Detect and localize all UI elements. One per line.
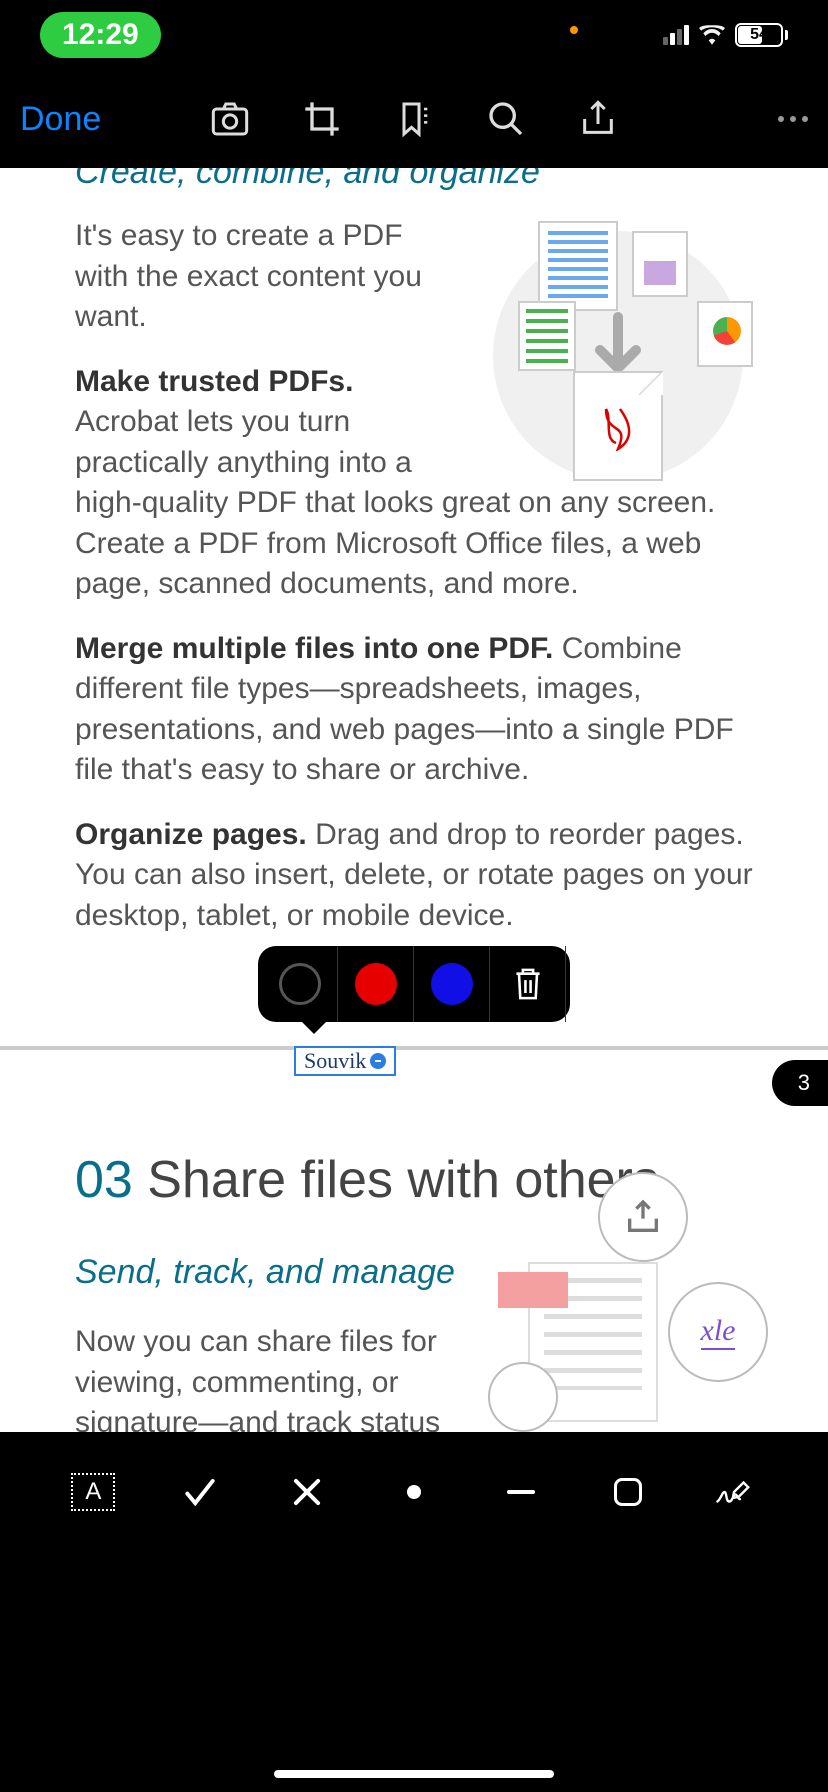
dot-tool[interactable] xyxy=(384,1462,444,1522)
search-icon[interactable] xyxy=(486,99,526,139)
bookmark-icon[interactable] xyxy=(394,99,434,139)
done-button[interactable]: Done xyxy=(20,100,101,139)
top-toolbar: Done xyxy=(0,70,828,168)
section-2-subtitle: Send, track, and manage xyxy=(75,1250,455,1294)
color-swatch-red[interactable] xyxy=(338,946,414,1022)
bottom-toolbar: A xyxy=(0,1432,828,1572)
paragraph-merge: Merge multiple files into one PDF. Combi… xyxy=(0,629,828,791)
status-bar: 12:29 54 xyxy=(0,0,828,70)
trash-icon xyxy=(512,966,544,1002)
color-swatch-blue[interactable] xyxy=(414,946,490,1022)
more-button[interactable] xyxy=(778,116,808,122)
color-picker-popover xyxy=(258,946,570,1022)
signature-tool[interactable] xyxy=(704,1462,764,1522)
signature-resize-handle[interactable] xyxy=(370,1053,386,1069)
paragraph-intro: It's easy to create a PDF with the exact… xyxy=(0,216,828,338)
home-indicator[interactable] xyxy=(274,1770,554,1778)
circle-tool[interactable] xyxy=(598,1462,658,1522)
time-pill[interactable]: 12:29 xyxy=(40,12,161,58)
cellular-signal-icon xyxy=(663,25,689,45)
section-2-body: Now you can share files for viewing, com… xyxy=(75,1322,465,1432)
section-header-1: Create, combine, and organize xyxy=(0,168,615,192)
battery-indicator: 54 xyxy=(735,23,788,47)
document-viewport[interactable]: Create, combine, and organize It's easy … xyxy=(0,168,828,1432)
dash-tool[interactable] xyxy=(491,1462,551,1522)
signature-annotation[interactable]: Souvik xyxy=(294,1046,396,1076)
delete-button[interactable] xyxy=(490,946,566,1022)
cross-tool[interactable] xyxy=(277,1462,337,1522)
color-swatch-black[interactable] xyxy=(262,946,338,1022)
crop-icon[interactable] xyxy=(302,99,342,139)
share-icon[interactable] xyxy=(578,99,618,139)
recording-indicator-dot xyxy=(570,26,578,34)
checkmark-tool[interactable] xyxy=(170,1462,230,1522)
paragraph-organize: Organize pages. Drag and drop to reorder… xyxy=(0,815,828,937)
wifi-icon xyxy=(699,25,725,45)
camera-icon[interactable] xyxy=(210,99,250,139)
share-illustration: xle xyxy=(468,1172,768,1432)
text-box-tool[interactable]: A xyxy=(63,1462,123,1522)
page-indicator[interactable]: 3 xyxy=(772,1060,828,1106)
combine-illustration xyxy=(483,221,753,481)
